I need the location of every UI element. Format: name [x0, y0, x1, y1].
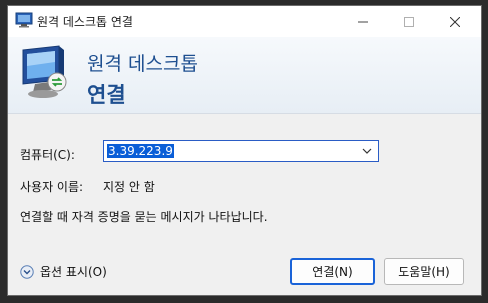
- help-button-label: 도움말(H): [398, 265, 450, 279]
- connect-button-label: 연결(N): [312, 265, 353, 279]
- credential-info-text: 연결할 때 자격 증명을 묻는 메시지가 나타납니다.: [20, 210, 268, 224]
- remote-desktop-window: 원격 데스크톱 연결 원격 데스크톱 연결 컴퓨터(C): 3.39.223.9…: [7, 5, 482, 296]
- chevron-down-icon[interactable]: [362, 147, 372, 155]
- username-value: 지정 안 함: [103, 180, 155, 194]
- show-options-label[interactable]: 옵션 표시(O): [40, 263, 107, 280]
- computer-combobox[interactable]: 3.39.223.9: [103, 140, 379, 162]
- banner: 원격 데스크톱 연결: [8, 37, 481, 114]
- banner-title-line2: 연결: [87, 83, 126, 107]
- username-label: 사용자 이름:: [20, 180, 84, 194]
- close-icon: [450, 16, 460, 27]
- maximize-button[interactable]: [386, 6, 432, 37]
- minimize-icon: [358, 21, 368, 22]
- minimize-button[interactable]: [340, 6, 386, 37]
- title-bar[interactable]: 원격 데스크톱 연결: [8, 6, 481, 37]
- show-options-toggle[interactable]: 옵션 표시(O): [20, 263, 107, 280]
- app-icon: [15, 12, 33, 28]
- banner-title-line1: 원격 데스크톱: [87, 53, 198, 75]
- help-button[interactable]: 도움말(H): [384, 258, 464, 285]
- remote-desktop-monitor-icon: [22, 45, 67, 98]
- expand-circle-icon: [20, 264, 34, 279]
- maximize-icon: [404, 16, 414, 27]
- computer-label: 컴퓨터(C):: [20, 148, 75, 162]
- computer-input-value[interactable]: 3.39.223.9: [107, 144, 174, 158]
- window-title: 원격 데스크톱 연결: [37, 15, 133, 29]
- connect-button[interactable]: 연결(N): [290, 258, 375, 285]
- close-button[interactable]: [432, 6, 478, 37]
